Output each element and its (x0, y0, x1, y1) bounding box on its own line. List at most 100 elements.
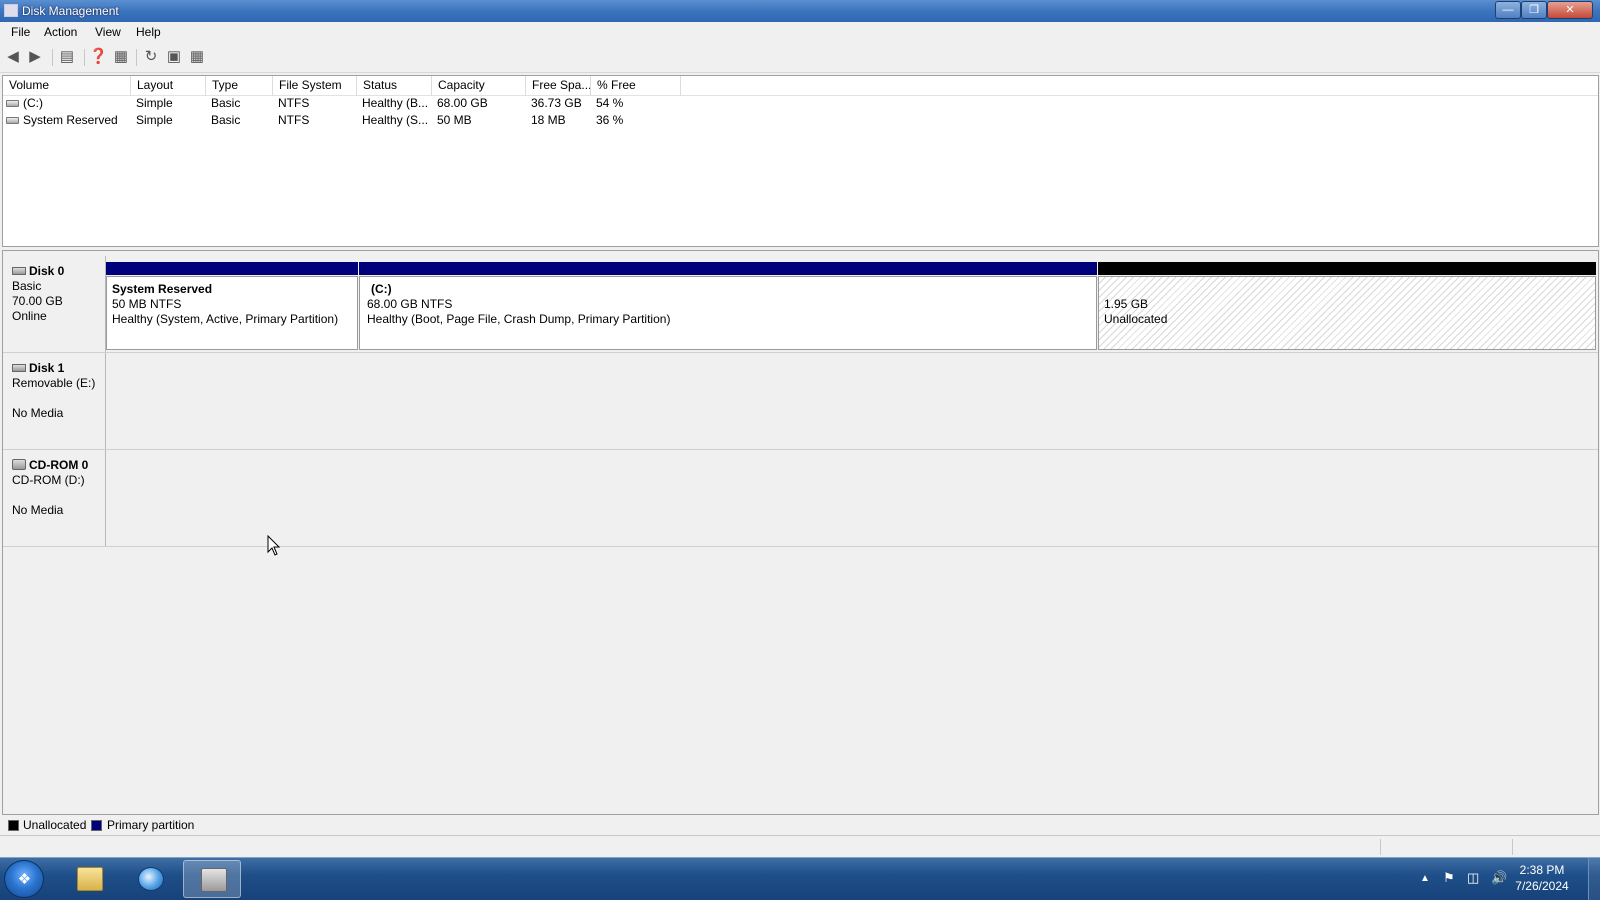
help-icon[interactable]: ❓ (89, 48, 108, 66)
disk-status: No Media (12, 406, 64, 420)
cell-capacity: 68.00 GB (437, 96, 488, 110)
legend-unallocated: Unallocated (23, 818, 87, 832)
column-header-percent-free[interactable]: % Free (591, 76, 681, 96)
properties-icon[interactable]: ▣ (165, 48, 183, 66)
partition-status: Healthy (System, Active, Primary Partiti… (112, 312, 339, 326)
menu-bar: File Action View Help (0, 22, 1600, 43)
window-title: Disk Management (22, 4, 119, 18)
disk-size: 70.00 GB (12, 294, 63, 308)
partition-size: 68.00 GB NTFS (367, 297, 453, 311)
disk-label-disk-1[interactable]: Disk 1 Removable (E:) No Media (3, 353, 106, 449)
disk-name: Disk 1 (29, 361, 65, 375)
removable-disk-icon (12, 364, 26, 372)
cell-type: Basic (211, 96, 241, 110)
column-header-status[interactable]: Status (357, 76, 432, 96)
primary-partition-bar (106, 262, 358, 275)
toolbar-separator (52, 49, 53, 66)
volume-list: Volume Layout Type File System Status Ca… (2, 75, 1599, 247)
forward-arrow-icon[interactable]: ▶ (26, 48, 44, 66)
disk-row-disk-0: Disk 0 Basic 70.00 GB Online System Rese… (3, 256, 1598, 353)
drive-icon (6, 117, 19, 124)
cursor-arrow-icon (267, 534, 281, 556)
table-row[interactable]: System Reserved Simple Basic NTFS Health… (3, 112, 1598, 129)
disk-label-cd-rom-0[interactable]: CD-ROM 0 CD-ROM (D:) No Media (3, 450, 106, 546)
start-button[interactable]: ❖ (4, 860, 44, 898)
cell-status: Healthy (S... (362, 113, 429, 127)
disk-label-disk-0[interactable]: Disk 0 Basic 70.00 GB Online (3, 256, 106, 352)
partition-system-reserved[interactable]: System Reserved 50 MB NTFS Healthy (Syst… (106, 262, 358, 350)
partition-size: 50 MB NTFS (112, 297, 182, 311)
disk-status: Online (12, 309, 47, 323)
action-center-flag-icon[interactable]: ⚑ (1443, 870, 1455, 886)
column-header-layout[interactable]: Layout (131, 76, 206, 96)
close-icon: ✕ (1565, 4, 1575, 16)
column-header-free-space[interactable]: Free Spa... (526, 76, 591, 96)
cell-status: Healthy (B... (362, 96, 429, 110)
refresh-icon[interactable]: ↻ (142, 48, 160, 66)
column-header-type[interactable]: Type (206, 76, 273, 96)
clock-date: 7/26/2024 (1515, 879, 1569, 893)
cell-free-space: 36.73 GB (531, 96, 582, 110)
taskbar-disk-management[interactable] (183, 860, 241, 898)
partition-status: Unallocated (1104, 312, 1168, 326)
close-button[interactable]: ✕ (1547, 1, 1593, 19)
network-icon[interactable]: ◫ (1467, 870, 1479, 886)
rescan-disks-icon[interactable]: ▦ (188, 48, 206, 66)
cell-layout: Simple (136, 113, 173, 127)
cell-percent-free: 36 % (596, 113, 624, 127)
browser-icon (138, 867, 164, 891)
show-desktop-button[interactable] (1588, 858, 1600, 900)
primary-partition-bar (359, 262, 1097, 275)
table-row[interactable]: (C:) Simple Basic NTFS Healthy (B... 68.… (3, 95, 1598, 112)
menu-file[interactable]: File (11, 25, 30, 39)
taskbar: ❖ ▲ ⚑ ◫ 🔊 2:38 PM 7/26/2024 (0, 857, 1600, 900)
status-bar (0, 835, 1600, 857)
partition-c-drive[interactable]: (C:) 68.00 GB NTFS Healthy (Boot, Page F… (359, 262, 1097, 350)
cd-rom-icon (12, 459, 26, 470)
column-header-capacity[interactable]: Capacity (432, 76, 526, 96)
taskbar-internet-explorer[interactable] (121, 860, 179, 898)
status-divider (1512, 839, 1513, 855)
unallocated-bar (1098, 262, 1596, 275)
legend: Unallocated Primary partition (2, 815, 1599, 835)
toolbar: ◀ ▶ ▤ ❓ ▦ ↻ ▣ ▦ (0, 43, 1600, 73)
volume-list-header: Volume Layout Type File System Status Ca… (3, 76, 1598, 96)
partition-body[interactable]: System Reserved 50 MB NTFS Healthy (Syst… (106, 276, 358, 350)
minimize-button[interactable]: — (1495, 1, 1521, 19)
column-header-volume[interactable]: Volume (3, 76, 131, 96)
back-arrow-icon[interactable]: ◀ (4, 48, 22, 66)
windows-logo-icon: ❖ (17, 871, 32, 888)
minimize-icon: — (1502, 4, 1514, 16)
show-hidden-icons-icon[interactable]: ▲ (1420, 873, 1430, 884)
cell-capacity: 50 MB (437, 113, 472, 127)
title-bar: Disk Management — ❐ ✕ (0, 0, 1600, 22)
partition-body[interactable]: (C:) 68.00 GB NTFS Healthy (Boot, Page F… (359, 276, 1097, 350)
partition-body[interactable]: 1.95 GB Unallocated (1098, 276, 1596, 350)
restore-icon: ❐ (1529, 4, 1539, 16)
toolbar-separator (136, 49, 137, 66)
show-hide-console-tree-icon[interactable]: ▤ (58, 48, 76, 66)
partition-unallocated[interactable]: 1.95 GB Unallocated (1098, 262, 1596, 350)
taskbar-windows-explorer[interactable] (60, 860, 118, 898)
disk-status: No Media (12, 503, 64, 517)
disk-graphical-view: Disk 0 Basic 70.00 GB Online System Rese… (2, 250, 1599, 815)
status-divider (1380, 839, 1381, 855)
disk-name: CD-ROM 0 (29, 458, 89, 472)
disk-management-icon (201, 868, 227, 892)
menu-help[interactable]: Help (136, 25, 161, 39)
primary-partition-swatch (91, 820, 102, 831)
menu-view[interactable]: View (95, 25, 121, 39)
restore-button[interactable]: ❐ (1521, 1, 1547, 19)
cell-percent-free: 54 % (596, 96, 624, 110)
cell-volume: (C:) (23, 96, 43, 110)
cell-type: Basic (211, 113, 241, 127)
system-clock[interactable]: 2:38 PM 7/26/2024 (1502, 862, 1582, 894)
cell-file-system: NTFS (278, 113, 310, 127)
hard-disk-icon (12, 267, 26, 275)
show-hide-action-pane-icon[interactable]: ▦ (112, 48, 130, 66)
cell-file-system: NTFS (278, 96, 310, 110)
column-header-file-system[interactable]: File System (273, 76, 357, 96)
clock-time: 2:38 PM (1519, 863, 1565, 877)
menu-action[interactable]: Action (44, 25, 77, 39)
disk-row-disk-1: Disk 1 Removable (E:) No Media (3, 353, 1598, 450)
